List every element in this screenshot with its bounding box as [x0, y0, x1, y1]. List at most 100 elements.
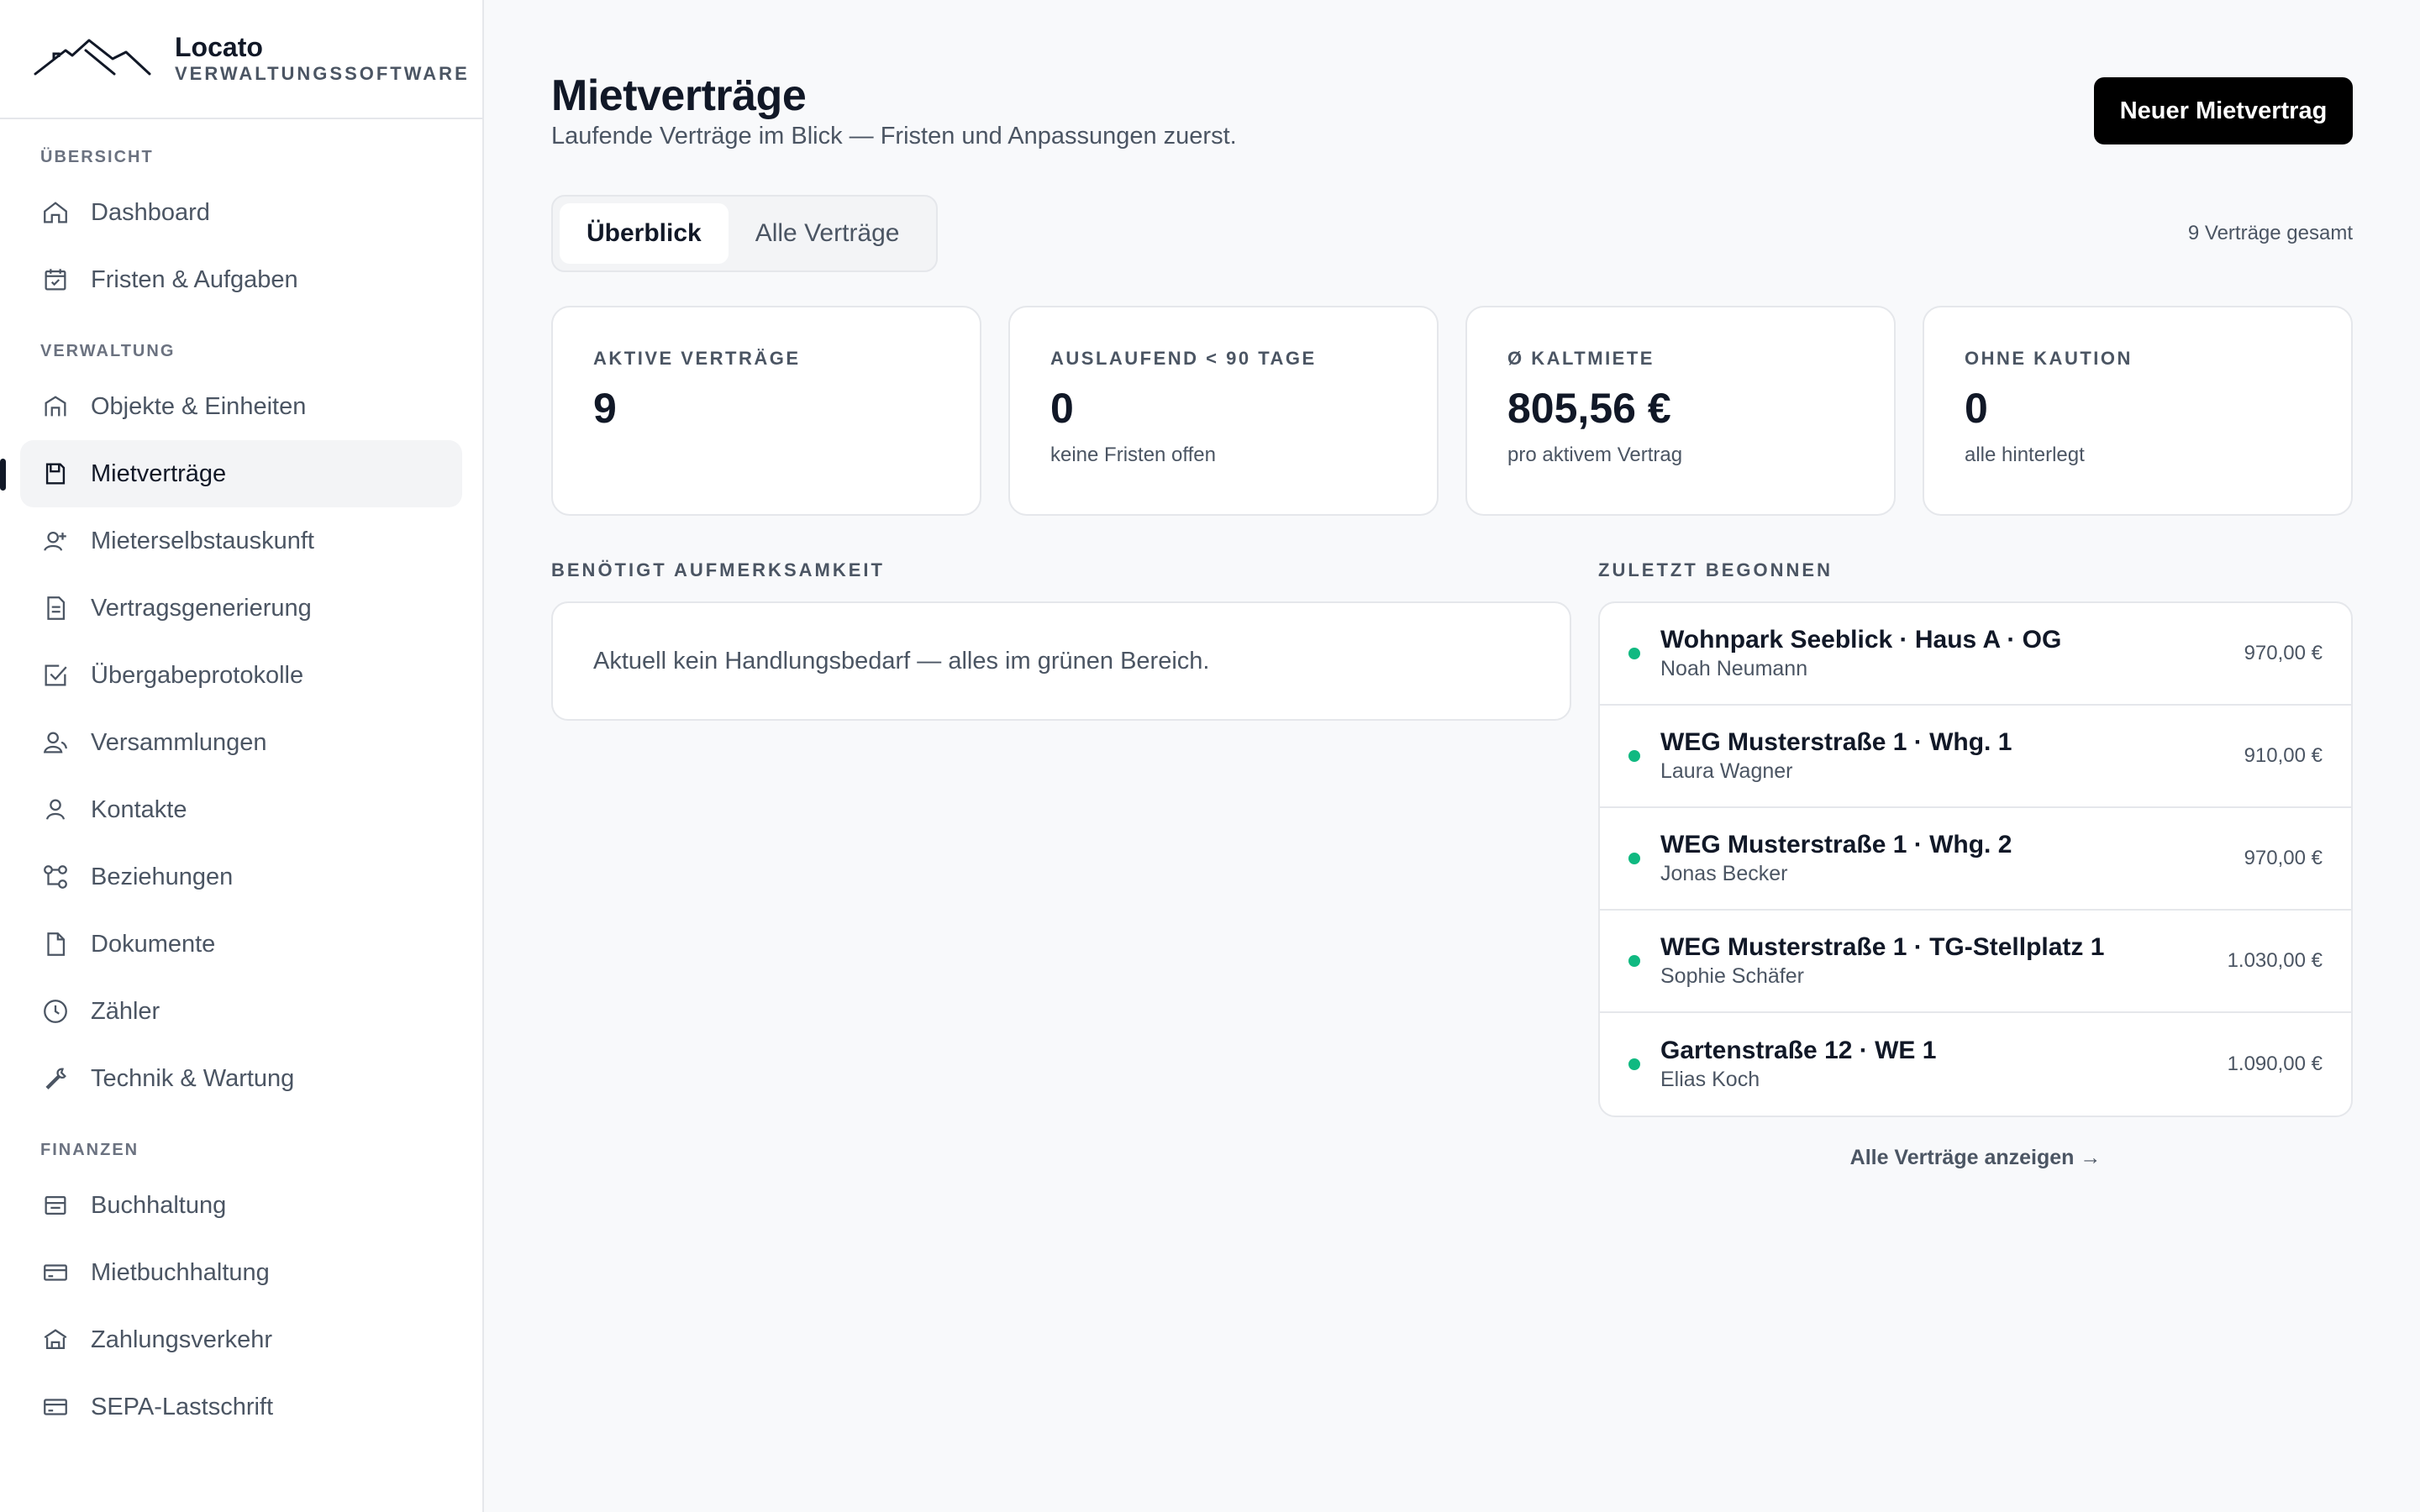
- attention-card: Aktuell kein Handlungsbedarf — alles im …: [551, 601, 1571, 721]
- sidebar: Locato VERWALTUNGSSOFTWARE ÜBERSICHT Das…: [0, 0, 484, 1512]
- tenant-name: Laura Wagner: [1660, 759, 1793, 783]
- all-contracts-link[interactable]: Alle Verträge anzeigen →: [1598, 1146, 2353, 1170]
- sidebar-item-label: Fristen & Aufgaben: [91, 265, 298, 293]
- sidebar-item-label: SEPA-Lastschrift: [91, 1393, 274, 1420]
- sidebar-item-rent-accounting[interactable]: Mietbuchhaltung: [20, 1239, 462, 1306]
- file-text-icon: [40, 593, 71, 623]
- logo-house-icon: [34, 39, 151, 76]
- list-item[interactable]: Gartenstraße 12 · WE 1 Elias Koch 1.090,…: [1600, 1013, 2351, 1116]
- sidebar-item-meetings[interactable]: Versammlungen: [20, 709, 462, 776]
- kpi-label: OHNE KAUTION: [1965, 348, 2133, 369]
- brand-name: Locato: [175, 32, 263, 62]
- sidebar-item-tenant-self-disclosure[interactable]: Mieterselbstauskunft: [20, 507, 462, 575]
- kpi-value: 9: [593, 385, 617, 432]
- user-plus-icon: [40, 526, 71, 556]
- contract-title: WEG Musterstraße 1 · Whg. 1: [1660, 728, 2012, 756]
- bank-icon: [40, 1325, 71, 1355]
- kpi-average-rent: Ø KALTMIETE 805,56 € pro aktivem Vertrag: [1465, 306, 1896, 516]
- tenant-name: Elias Koch: [1660, 1068, 1760, 1091]
- kpi-value: 805,56 €: [1507, 385, 1671, 432]
- sidebar-item-label: Versammlungen: [91, 728, 267, 756]
- list-item[interactable]: WEG Musterstraße 1 · Whg. 2 Jonas Becker…: [1600, 808, 2351, 911]
- tab-overview[interactable]: Überblick: [560, 203, 729, 264]
- recent-section-label: ZULETZT BEGONNEN: [1598, 559, 1833, 580]
- status-dot: [1628, 1058, 1640, 1070]
- sidebar-item-properties[interactable]: Objekte & Einheiten: [20, 373, 462, 440]
- sidebar-item-label: Beziehungen: [91, 863, 234, 890]
- status-dot: [1628, 750, 1640, 762]
- sidebar-item-label: Buchhaltung: [91, 1191, 227, 1219]
- brand[interactable]: Locato VERWALTUNGSSOFTWARE: [0, 0, 482, 119]
- tenant-name: Noah Neumann: [1660, 657, 1808, 680]
- sidebar-item-handover-protocols[interactable]: Übergabeprotokolle: [20, 642, 462, 709]
- document-icon: [40, 929, 71, 959]
- rent-amount: 970,00 €: [2244, 847, 2323, 869]
- list-item[interactable]: WEG Musterstraße 1 · TG-Stellplatz 1 Sop…: [1600, 911, 2351, 1013]
- contract-title: WEG Musterstraße 1 · TG-Stellplatz 1: [1660, 933, 2105, 961]
- attention-section-label: BENÖTIGT AUFMERKSAMKEIT: [551, 559, 885, 580]
- contract-title: Wohnpark Seeblick · Haus A · OG: [1660, 626, 2062, 654]
- sidebar-item-meters[interactable]: Zähler: [20, 978, 462, 1045]
- main-content: Mietverträge Laufende Verträge im Blick …: [484, 0, 2420, 1512]
- sidebar-item-label: Zahlungsverkehr: [91, 1326, 272, 1353]
- user-icon: [40, 795, 71, 825]
- sidebar-item-maintenance[interactable]: Technik & Wartung: [20, 1045, 462, 1112]
- rent-amount: 1.090,00 €: [2227, 1053, 2323, 1075]
- clock-icon: [40, 996, 71, 1026]
- status-dot: [1628, 648, 1640, 659]
- sidebar-item-label: Vertragsgenerierung: [91, 594, 312, 622]
- kpi-label: Ø KALTMIETE: [1507, 348, 1655, 369]
- rent-amount: 1.030,00 €: [2227, 949, 2323, 972]
- recent-contracts-list: Wohnpark Seeblick · Haus A · OG Noah Neu…: [1598, 601, 2353, 1117]
- sidebar-item-label: Dokumente: [91, 930, 216, 958]
- kpi-value: 0: [1965, 385, 1988, 432]
- sidebar-item-label: Zähler: [91, 997, 160, 1025]
- sidebar-item-label: Mietbuchhaltung: [91, 1258, 270, 1286]
- kpi-value: 0: [1050, 385, 1074, 432]
- home-icon: [40, 197, 71, 228]
- sidebar-item-relations[interactable]: Beziehungen: [20, 843, 462, 911]
- sidebar-item-label: Dashboard: [91, 198, 210, 226]
- sidebar-item-contacts[interactable]: Kontakte: [20, 776, 462, 843]
- card-icon: [40, 1392, 71, 1422]
- page-title: Mietverträge: [551, 71, 807, 120]
- ledger-icon: [40, 1190, 71, 1221]
- calendar-check-icon: [40, 265, 71, 295]
- kpi-label: AUSLAUFEND < 90 TAGE: [1050, 348, 1317, 369]
- sidebar-item-contracts[interactable]: Mietverträge: [0, 440, 462, 507]
- kpi-label: AKTIVE VERTRÄGE: [593, 348, 801, 369]
- status-dot: [1628, 955, 1640, 967]
- nav-section-overview: ÜBERSICHT: [40, 148, 154, 166]
- rent-amount: 970,00 €: [2244, 642, 2323, 664]
- sidebar-item-payments[interactable]: Zahlungsverkehr: [20, 1306, 462, 1373]
- contract-title: WEG Musterstraße 1 · Whg. 2: [1660, 831, 2012, 858]
- list-item[interactable]: Wohnpark Seeblick · Haus A · OG Noah Neu…: [1600, 603, 2351, 706]
- checkbox-icon: [40, 660, 71, 690]
- sidebar-item-label: Objekte & Einheiten: [91, 392, 307, 420]
- total-contracts-count: 9 Verträge gesamt: [2187, 222, 2353, 244]
- sidebar-item-label: Übergabeprotokolle: [91, 661, 304, 689]
- nav-section-finance: FINANZEN: [40, 1141, 139, 1159]
- users-icon: [40, 727, 71, 758]
- tenant-name: Jonas Becker: [1660, 862, 1788, 885]
- contract-icon: [40, 459, 71, 489]
- new-contract-button[interactable]: Neuer Mietvertrag: [2094, 77, 2353, 144]
- sidebar-item-deadlines[interactable]: Fristen & Aufgaben: [20, 246, 462, 313]
- sidebar-item-dashboard[interactable]: Dashboard: [20, 179, 462, 246]
- kpi-note: alle hinterlegt: [1965, 444, 2085, 466]
- relations-icon: [40, 862, 71, 892]
- tab-all-contracts[interactable]: Alle Verträge: [729, 203, 927, 264]
- tenant-name: Sophie Schäfer: [1660, 964, 1804, 988]
- sidebar-item-accounting[interactable]: Buchhaltung: [20, 1172, 462, 1239]
- sidebar-item-label: Kontakte: [91, 795, 187, 823]
- building-icon: [40, 391, 71, 422]
- sidebar-item-contract-generation[interactable]: Vertragsgenerierung: [20, 575, 462, 642]
- rent-amount: 910,00 €: [2244, 744, 2323, 767]
- page-subtitle: Laufende Verträge im Blick — Fristen und…: [551, 123, 1237, 150]
- kpi-note: pro aktivem Vertrag: [1507, 444, 1683, 466]
- sidebar-item-sepa[interactable]: SEPA-Lastschrift: [20, 1373, 462, 1441]
- nav-section-management: VERWALTUNG: [40, 342, 176, 360]
- list-item[interactable]: WEG Musterstraße 1 · Whg. 1 Laura Wagner…: [1600, 706, 2351, 808]
- sidebar-item-documents[interactable]: Dokumente: [20, 911, 462, 978]
- card-icon: [40, 1257, 71, 1288]
